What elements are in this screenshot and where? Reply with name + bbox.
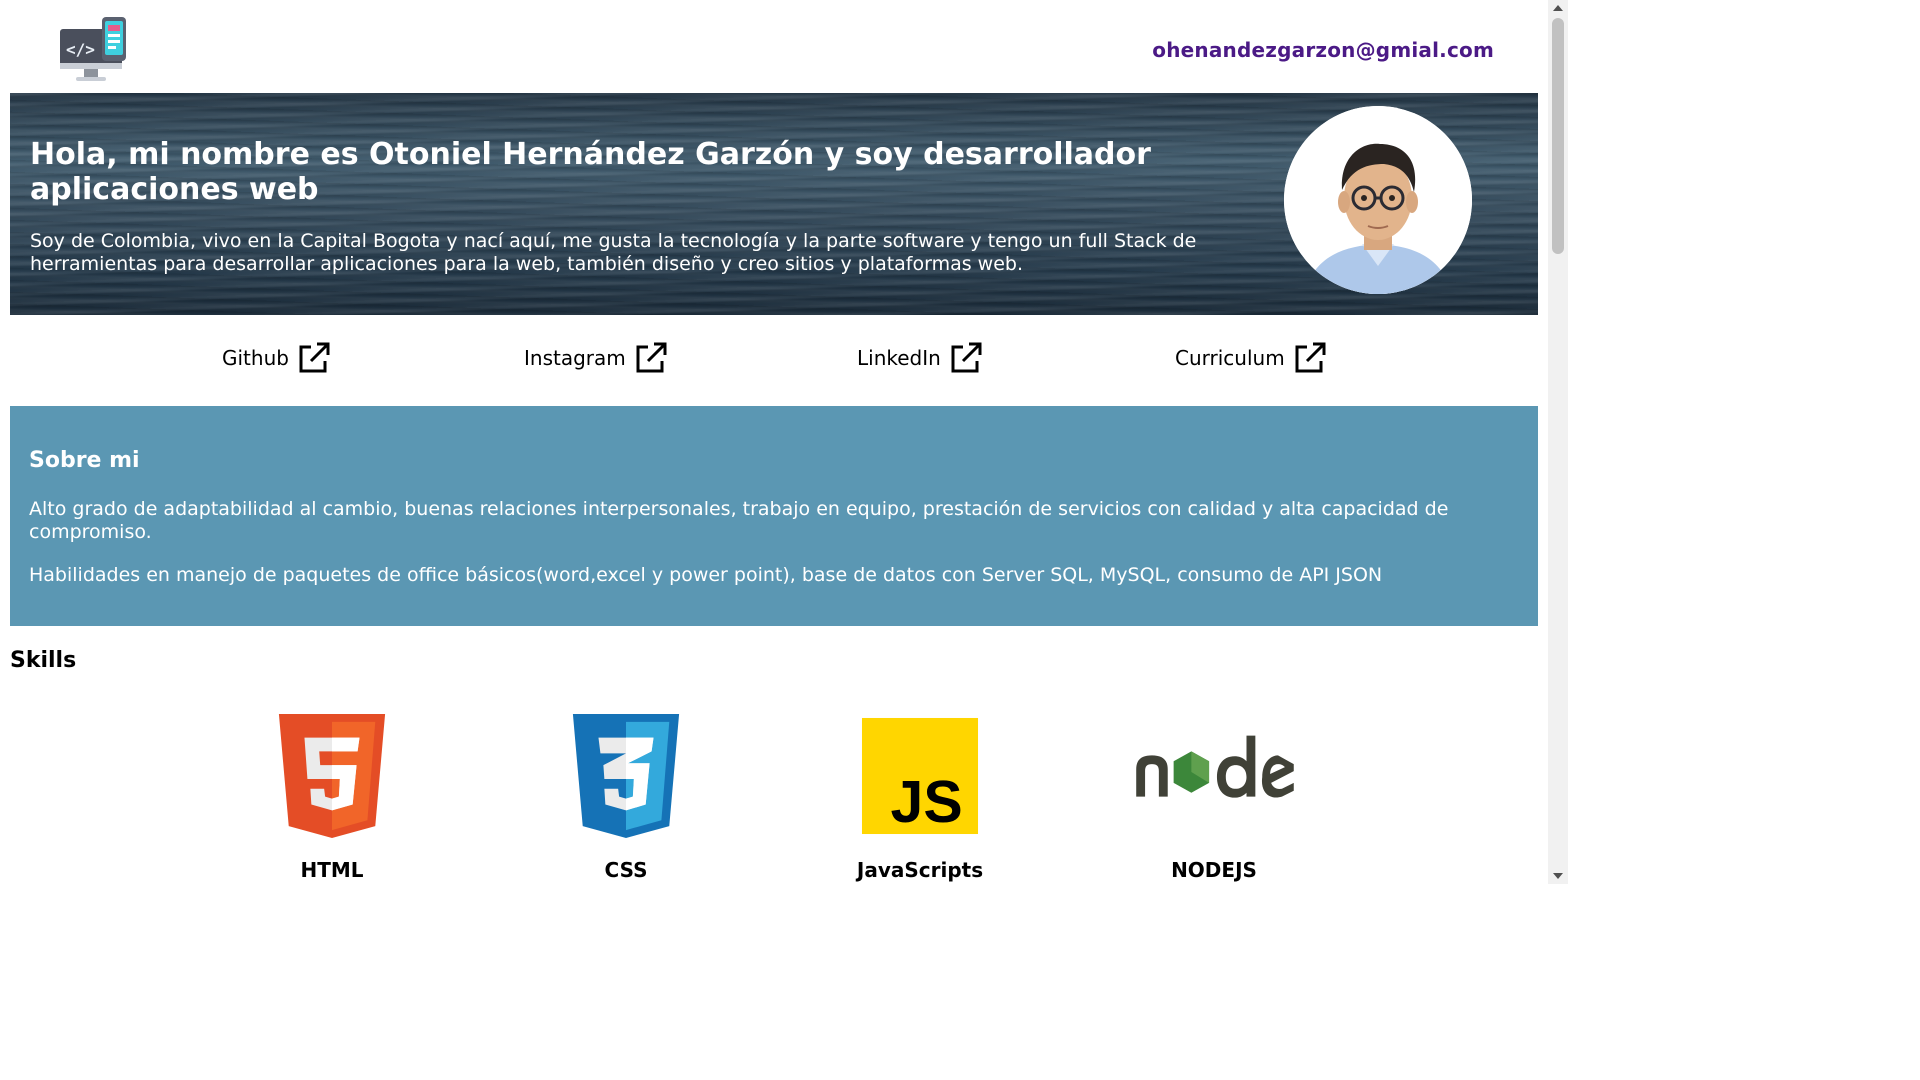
hero-title: Hola, mi nombre es Otoniel Hernández Gar… [30,137,1151,207]
skill-html-label: HTML [300,858,364,882]
html5-icon [278,714,386,838]
about-section: Sobre mi Alto grado de adaptabilidad al … [10,406,1538,626]
external-link-icon [1295,342,1326,373]
skill-nodejs-label: NODEJS [1171,858,1257,882]
linkedin-link[interactable]: LinkedIn [857,341,983,375]
portfolio-page: </> ohenandezgarzon@gmial.com Hola, mi n… [0,0,1548,884]
nodejs-icon [1136,735,1294,798]
social-links: Github Instagram LinkedIn Curriculum [10,315,1538,406]
scroll-down-arrow-icon[interactable] [1548,868,1568,884]
skill-javascript: JS JavaScripts [820,712,1020,882]
external-link-icon [299,342,330,373]
skill-html: HTML [232,712,432,882]
curriculum-link[interactable]: Curriculum [1175,341,1327,375]
about-title: Sobre mi [29,448,140,473]
javascript-icon: JS [861,717,979,835]
skill-nodejs: NODEJS [1114,712,1314,882]
email-link[interactable]: ohenandezgarzon@gmial.com [1152,38,1494,62]
instagram-link-label: Instagram [524,346,626,370]
svg-text:</>: </> [66,40,95,59]
instagram-link[interactable]: Instagram [524,341,668,375]
developer-monitor-phone-icon[interactable]: </> [58,15,130,83]
external-link-icon [951,342,982,373]
page-scrollbar[interactable] [1548,0,1568,884]
hero-banner: Hola, mi nombre es Otoniel Hernández Gar… [10,93,1538,315]
github-link[interactable]: Github [222,341,331,375]
svg-text:JS: JS [891,769,963,835]
profile-photo-avatar [1284,106,1472,294]
curriculum-link-label: Curriculum [1175,346,1285,370]
profile-avatar [1284,106,1472,294]
skill-css: CSS [526,712,726,882]
scrollbar-thumb[interactable] [1552,18,1564,254]
skills-title: Skills [10,648,77,673]
hero-description: Soy de Colombia, vivo en la Capital Bogo… [30,230,1197,275]
about-paragraph-1: Alto grado de adaptabilidad al cambio, b… [29,498,1449,543]
scroll-up-arrow-icon[interactable] [1548,0,1568,16]
github-link-label: Github [222,346,289,370]
linkedin-link-label: LinkedIn [857,346,941,370]
header: </> ohenandezgarzon@gmial.com [0,0,1548,93]
skill-javascript-label: JavaScripts [856,858,984,882]
external-link-icon [636,342,667,373]
css3-icon [572,714,680,838]
about-paragraph-2: Habilidades en manejo de paquetes de off… [29,564,1383,586]
skill-css-label: CSS [604,858,648,882]
